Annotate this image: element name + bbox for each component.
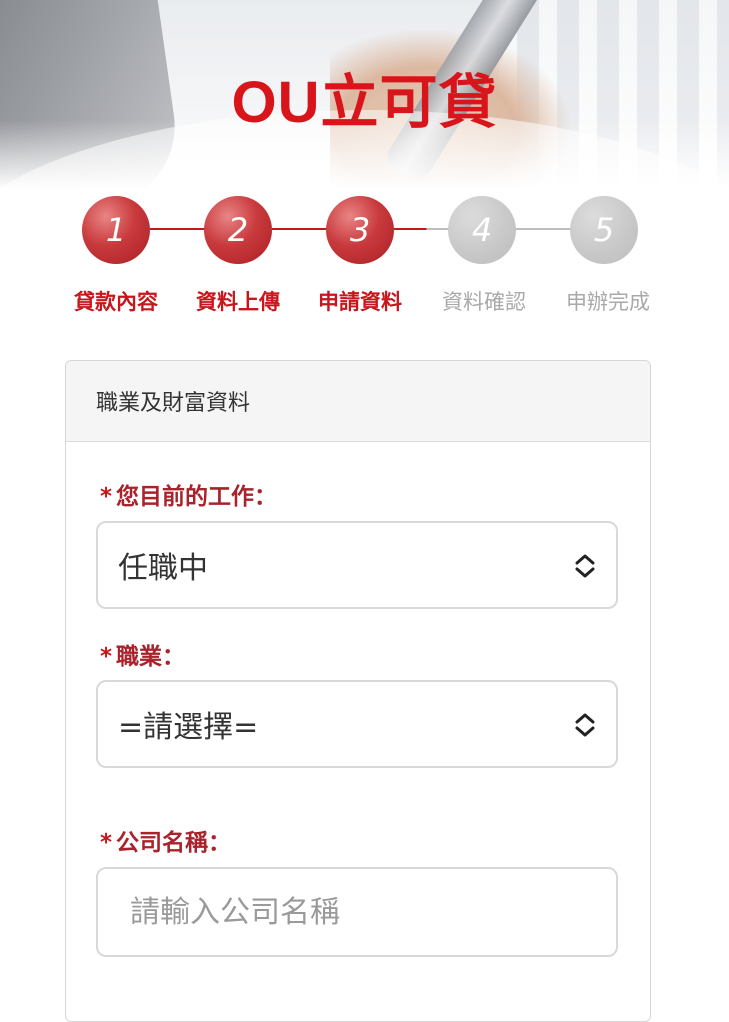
job-status-value: 任職中 bbox=[118, 551, 208, 586]
step-circle-5: 5 bbox=[570, 196, 638, 264]
step-circle-3: 3 bbox=[326, 196, 394, 264]
step-label-1: 貸款內容 bbox=[74, 290, 158, 314]
job-status-label-text: 您目前的工作： bbox=[116, 484, 278, 510]
company-name-input[interactable] bbox=[96, 867, 618, 957]
company-name-label: * 公司名稱： bbox=[100, 823, 231, 857]
section-title: 職業及財富資料 bbox=[66, 361, 650, 442]
required-mark: * bbox=[100, 644, 113, 670]
step-circle-4: 4 bbox=[448, 196, 516, 264]
occupation-wealth-card: 職業及財富資料 * 您目前的工作： 任職中 * 職業： =請選擇= * 公司名稱： bbox=[65, 360, 651, 1022]
select-updown-icon bbox=[575, 554, 595, 578]
progress-steps: 1 2 3 4 5 貸款內容 資料上傳 申請資料 資料確認 申辦完成 bbox=[0, 192, 729, 314]
banner-title: OU立可貸 bbox=[231, 70, 498, 135]
step-circle-2: 2 bbox=[204, 196, 272, 264]
header-banner: OU立可貸 bbox=[0, 0, 729, 190]
required-mark: * bbox=[100, 830, 113, 856]
occupation-select[interactable]: =請選擇= bbox=[96, 680, 618, 768]
occupation-label: * 職業： bbox=[100, 637, 185, 671]
step-label-2: 資料上傳 bbox=[196, 290, 280, 314]
select-updown-icon bbox=[575, 713, 595, 737]
job-status-label: * 您目前的工作： bbox=[100, 477, 277, 511]
step-circle-1: 1 bbox=[82, 196, 150, 264]
job-status-select[interactable]: 任職中 bbox=[96, 521, 618, 609]
step-label-4: 資料確認 bbox=[442, 290, 526, 314]
step-label-5: 申辦完成 bbox=[566, 290, 650, 314]
occupation-label-text: 職業： bbox=[116, 644, 186, 670]
company-name-label-text: 公司名稱： bbox=[116, 830, 232, 856]
step-label-3: 申請資料 bbox=[318, 290, 402, 314]
occupation-value: =請選擇= bbox=[118, 710, 259, 745]
required-mark: * bbox=[100, 484, 113, 510]
